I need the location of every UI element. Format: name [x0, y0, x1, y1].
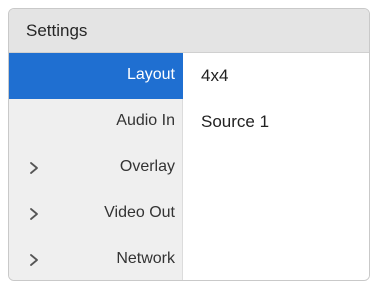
- settings-sidebar: Layout Audio In Overlay Video Out Networ…: [9, 53, 183, 280]
- sidebar-item-video-out[interactable]: Video Out: [9, 191, 183, 237]
- chevron-right-icon: [30, 208, 38, 220]
- chevron-right-icon: [30, 254, 38, 266]
- chevron-right-icon: [30, 162, 38, 174]
- sidebar-item-label: Overlay: [119, 158, 175, 175]
- settings-header: Settings: [9, 9, 369, 53]
- sidebar-item-label: Layout: [126, 66, 175, 83]
- settings-content: 4x4 Source 1: [183, 53, 369, 280]
- sidebar-item-label: Video Out: [104, 204, 175, 221]
- sidebar-item-label: Audio In: [116, 112, 175, 129]
- sidebar-item-audio-in[interactable]: Audio In: [9, 99, 183, 145]
- audio-in-value[interactable]: Source 1: [201, 112, 269, 132]
- settings-panel: Settings Layout Audio In Overlay Video O…: [8, 8, 370, 281]
- layout-value[interactable]: 4x4: [201, 66, 228, 86]
- settings-title: Settings: [26, 21, 88, 40]
- sidebar-item-overlay[interactable]: Overlay: [9, 145, 183, 191]
- sidebar-item-label: Network: [116, 250, 175, 267]
- sidebar-item-network[interactable]: Network: [9, 237, 183, 280]
- sidebar-item-layout[interactable]: Layout: [9, 53, 183, 99]
